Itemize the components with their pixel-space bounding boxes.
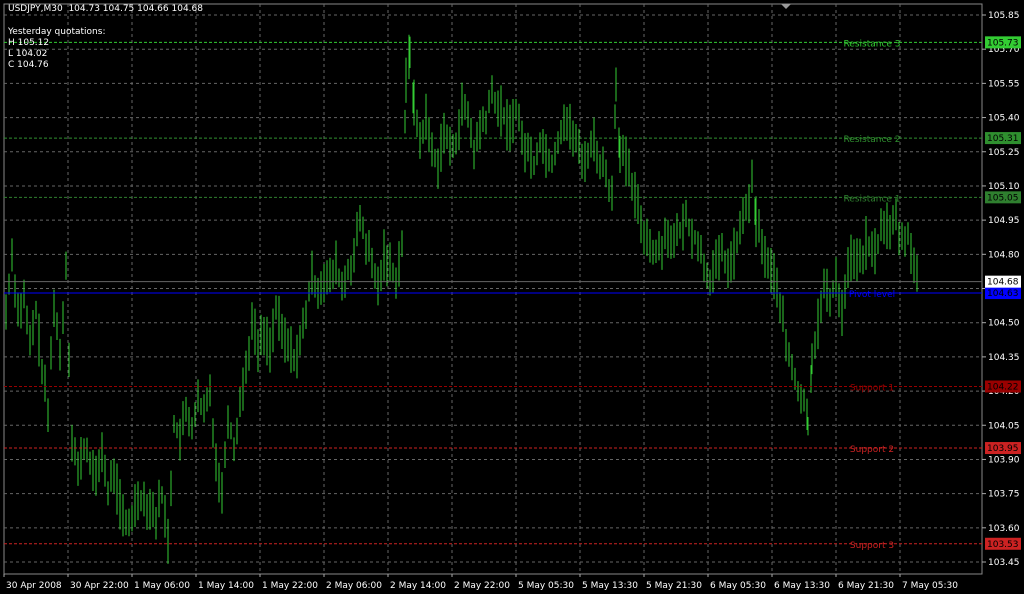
level-price-text-resistance2: 105.31 bbox=[987, 134, 1019, 144]
level-price-text-support2: 103.95 bbox=[987, 444, 1019, 454]
y-tick-label: 103.75 bbox=[988, 490, 1020, 500]
level-label-resistance1: Resistance 1 bbox=[843, 194, 900, 204]
x-tick-label: 6 May 13:30 bbox=[774, 581, 830, 591]
x-tick-label: 5 May 21:30 bbox=[646, 581, 702, 591]
level-price-text-support3: 103.53 bbox=[987, 540, 1019, 550]
x-tick-label: 6 May 05:30 bbox=[710, 581, 766, 591]
level-price-text-resistance3: 105.73 bbox=[987, 38, 1019, 48]
y-tick-label: 104.95 bbox=[988, 216, 1020, 226]
x-tick-label: 2 May 06:00 bbox=[326, 581, 382, 591]
y-tick-label: 105.25 bbox=[988, 148, 1020, 158]
x-tick-label: 5 May 13:30 bbox=[582, 581, 638, 591]
level-label-support2: Support 2 bbox=[850, 445, 894, 455]
x-tick-label: 2 May 14:00 bbox=[390, 581, 446, 591]
x-tick-label: 30 Apr 22:00 bbox=[70, 581, 129, 591]
x-tick-label: 2 May 22:00 bbox=[454, 581, 510, 591]
yesterday-close: C 104.76 bbox=[8, 60, 49, 70]
y-tick-label: 104.35 bbox=[988, 353, 1020, 363]
symbol-label: USDJPY,M30 bbox=[8, 4, 63, 14]
x-tick-label: 5 May 05:30 bbox=[518, 581, 574, 591]
y-tick-label: 105.10 bbox=[988, 182, 1020, 192]
x-tick-label: 30 Apr 2008 bbox=[6, 581, 62, 591]
y-tick-label: 105.85 bbox=[988, 11, 1020, 21]
yesterday-low: L 104.02 bbox=[8, 49, 48, 59]
y-tick-label: 103.60 bbox=[988, 524, 1020, 534]
y-tick-label: 104.80 bbox=[988, 250, 1020, 260]
x-tick-label: 1 May 22:00 bbox=[262, 581, 318, 591]
level-price-text-support1: 104.22 bbox=[987, 383, 1019, 393]
yesterday-title: Yesterday quotations: bbox=[8, 27, 106, 37]
x-tick-label: 1 May 06:00 bbox=[134, 581, 190, 591]
y-tick-label: 105.40 bbox=[988, 114, 1020, 124]
ohlc-values: 104.73 104.75 104.66 104.68 bbox=[68, 4, 203, 14]
x-tick-label: 1 May 14:00 bbox=[198, 581, 254, 591]
x-tick-label: 6 May 21:30 bbox=[838, 581, 894, 591]
level-price-text-resistance1: 105.05 bbox=[987, 193, 1019, 203]
y-tick-label: 103.90 bbox=[988, 455, 1020, 465]
y-tick-label: 104.50 bbox=[988, 319, 1020, 329]
yesterday-high: H 105.12 bbox=[8, 38, 50, 48]
level-label-support3: Support 3 bbox=[850, 541, 894, 551]
level-label-pivot: Pivot level bbox=[849, 290, 895, 300]
y-tick-label: 104.05 bbox=[988, 421, 1020, 431]
level-price-text-pivot: 104.63 bbox=[987, 289, 1019, 299]
level-label-resistance2: Resistance 2 bbox=[843, 135, 900, 145]
chart-window[interactable]: 105.85 105.70 105.55 105.40 105.25 105.10 104.… bbox=[0, 0, 1024, 594]
y-tick-label: 103.45 bbox=[988, 558, 1020, 568]
y-tick-label: 105.55 bbox=[988, 79, 1020, 89]
level-label-resistance3: Resistance 3 bbox=[843, 39, 900, 49]
x-tick-label: 7 May 05:30 bbox=[902, 581, 958, 591]
level-label-support1: Support 1 bbox=[850, 384, 894, 394]
ohlc-bars bbox=[5, 34, 918, 564]
shift-marker-icon bbox=[781, 4, 791, 9]
current-price-text: 104.68 bbox=[987, 278, 1019, 288]
price-chart[interactable]: 105.85105.70105.55105.40105.25105.10104.… bbox=[0, 0, 1024, 594]
symbol-ohlc-info: USDJPY,M30 104.73 104.75 104.66 104.68 bbox=[8, 4, 203, 14]
